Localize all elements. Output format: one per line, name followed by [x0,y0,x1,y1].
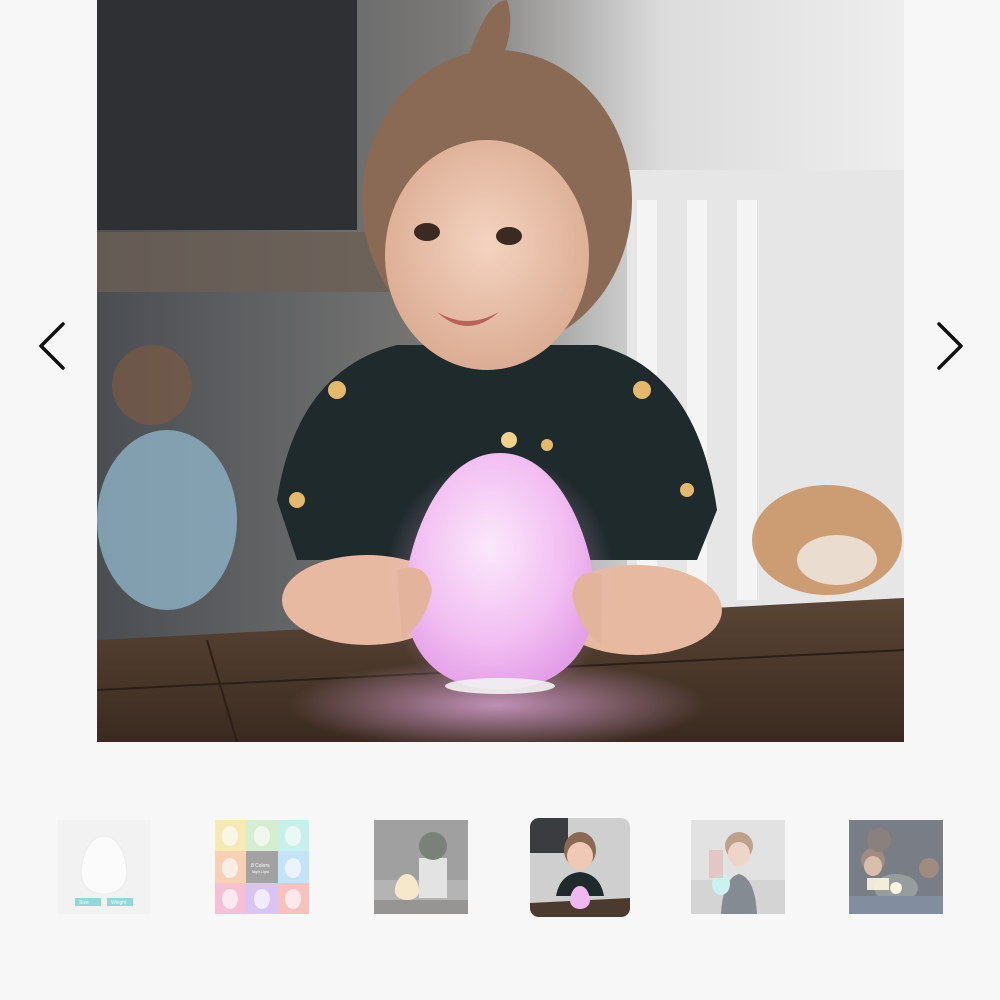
thumbnail-2[interactable]: 8 Colors Night Light [215,820,309,914]
thumbnail-strip: Size Weight 8 Colors Night Light [0,818,1000,918]
chevron-right-icon [937,322,963,370]
next-image-button[interactable] [920,318,976,374]
prev-image-button[interactable] [26,318,82,374]
thumbnail-4-active[interactable] [530,818,630,917]
thumb2-headline: 8 Colors [251,863,270,869]
thumbnail-5[interactable] [691,820,785,914]
thumb2-sub: Night Light [252,870,269,874]
thumb1-tag2: Weight [111,900,127,906]
thumbnail-3[interactable] [374,820,468,914]
chevron-left-icon [39,322,65,370]
thumbnail-6[interactable] [849,820,943,914]
thumb1-tag1: Size [79,900,89,906]
thumbnail-1[interactable]: Size Weight [57,820,151,914]
main-product-image [97,0,904,742]
